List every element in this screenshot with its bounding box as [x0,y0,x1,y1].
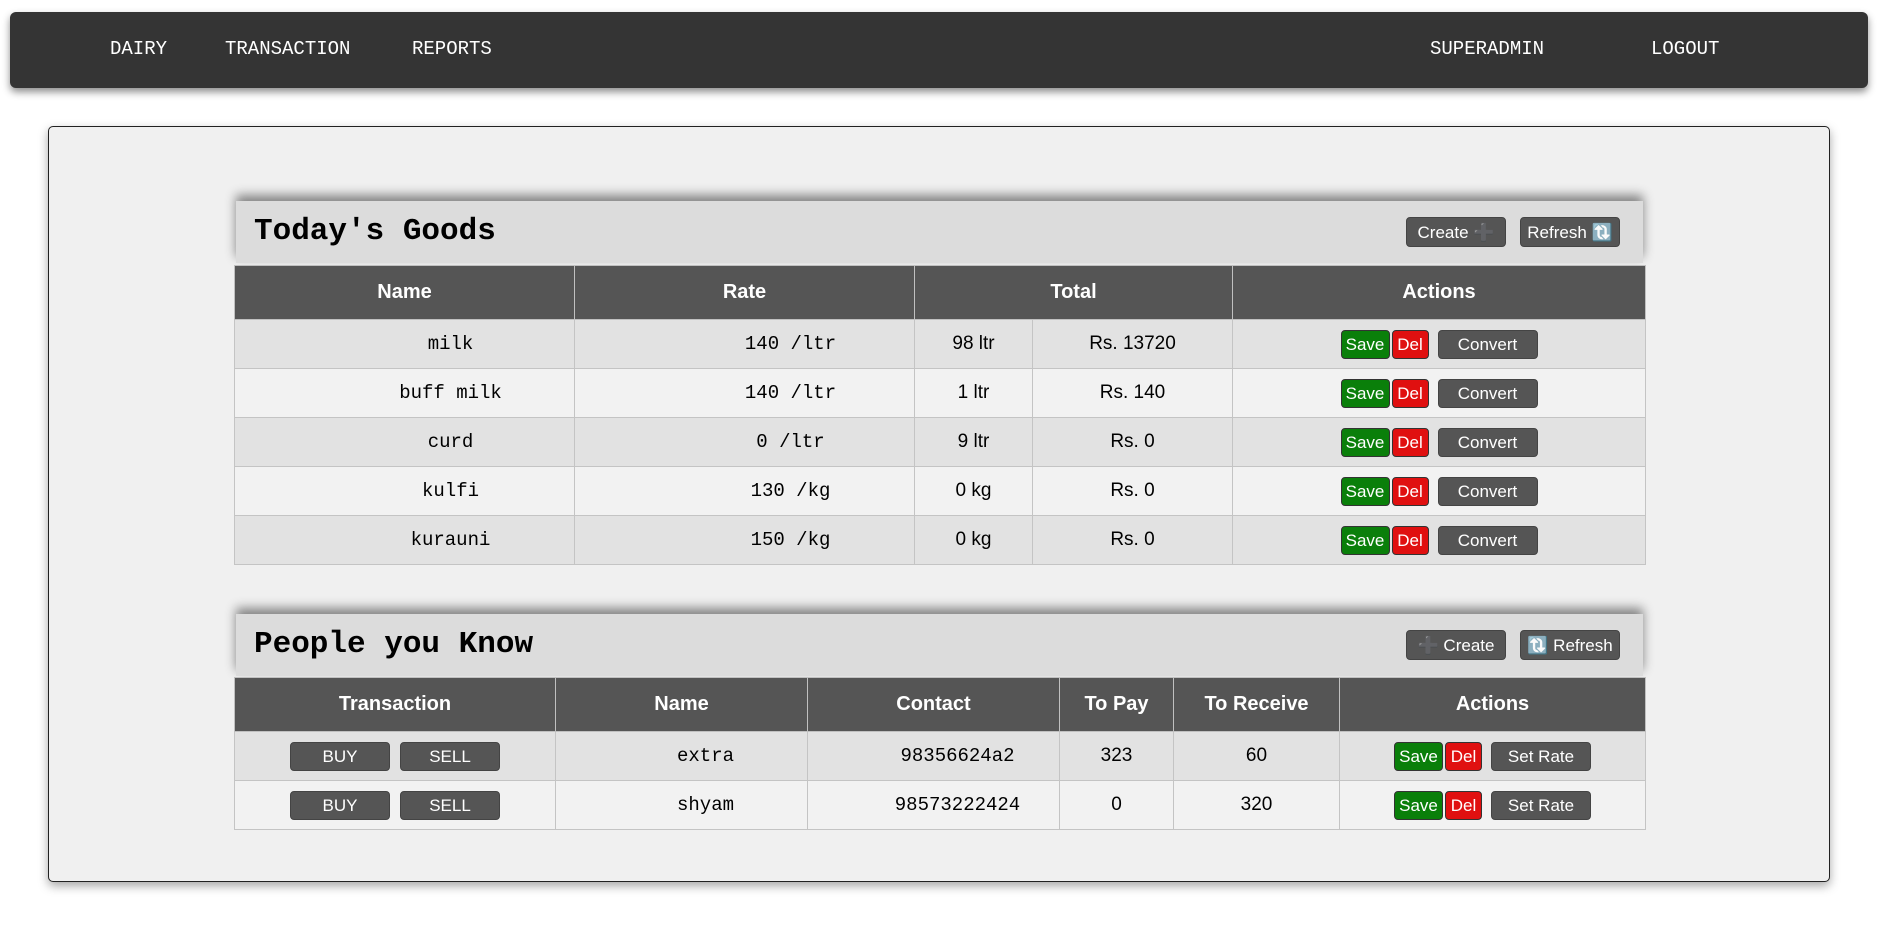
goods-section-title: Today's Goods [254,214,496,249]
delete-button[interactable]: Del [1445,741,1482,771]
nav-transaction[interactable]: TRANSACTION [225,12,350,86]
people-transaction-cell: BUY SELL [234,780,556,830]
people-transaction-cell: BUY SELL [234,731,556,781]
save-button[interactable]: Save [1340,329,1390,359]
goods-qty-cell: 0 kg [914,515,1033,565]
goods-row: kurauni 150 /kg 0 kg Rs. 0 Save Del Convert [234,515,1647,565]
goods-amount-cell: Rs. 0 [1031,417,1234,467]
nav-reports[interactable]: REPORTS [412,12,492,86]
sell-button[interactable]: SELL [400,741,500,771]
goods-amount-cell: Rs. 13720 [1031,319,1234,369]
people-col-contact: Contact [807,677,1060,732]
people-section-header: People you Know ➕ Create 🔃 Refresh [236,614,1643,676]
convert-button[interactable]: Convert [1437,476,1538,506]
people-create-button[interactable]: ➕ Create [1406,630,1506,660]
nav-dairy[interactable]: DAIRY [110,12,167,86]
people-row: BUY SELL shyam 98573222424 0 320 Save Del Set Ra… [234,780,1646,830]
people-col-to-pay: To Pay [1059,677,1174,732]
people-col-transaction: Transaction [234,677,556,732]
goods-amount-cell: Rs. 0 [1031,466,1234,516]
goods-col-actions: Actions [1232,265,1647,320]
people-contact-cell: 98573222424 [807,780,1060,830]
delete-button[interactable]: Del [1445,790,1482,820]
goods-col-total: Total [913,265,1234,320]
set-rate-button[interactable]: Set Rate [1491,741,1591,771]
save-button[interactable]: Save [1340,427,1390,457]
goods-amount-cell: Rs. 140 [1031,368,1234,418]
convert-button[interactable]: Convert [1437,329,1538,359]
delete-button[interactable]: Del [1391,525,1429,555]
people-col-to-receive: To Receive [1173,677,1340,732]
goods-col-name: Name [234,265,575,320]
goods-qty-cell: 1 ltr [914,368,1033,418]
people-to-receive-cell: 60 [1173,731,1340,781]
goods-rate-cell: 140 /ltr [574,319,915,369]
convert-button[interactable]: Convert [1437,525,1538,555]
people-section-title: People you Know [254,627,534,662]
goods-create-button[interactable]: Create ➕ [1406,217,1506,247]
goods-rate-cell: 0 /ltr [574,417,915,467]
save-button[interactable]: Save [1394,790,1443,820]
goods-refresh-button[interactable]: Refresh 🔃 [1520,217,1620,247]
nav-user-superadmin[interactable]: SUPERADMIN [1430,12,1544,86]
delete-button[interactable]: Del [1391,378,1429,408]
set-rate-button[interactable]: Set Rate [1491,790,1591,820]
people-name-cell: shyam [555,780,808,830]
people-actions-cell: Save Del Set Rate [1339,731,1646,781]
people-to-pay-cell: 0 [1059,780,1174,830]
goods-name-cell: buff milk [234,368,575,418]
goods-qty-cell: 98 ltr [914,319,1033,369]
goods-rate-cell: 140 /ltr [574,368,915,418]
people-refresh-button[interactable]: 🔃 Refresh [1520,630,1620,660]
goods-name-cell: curd [234,417,575,467]
people-col-name: Name [555,677,808,732]
delete-button[interactable]: Del [1391,329,1429,359]
goods-row: buff milk 140 /ltr 1 ltr Rs. 140 Save Del Conv… [234,368,1647,418]
convert-button[interactable]: Convert [1437,378,1538,408]
goods-col-rate: Rate [574,265,915,320]
goods-actions-cell: Save Del Convert [1232,417,1647,467]
goods-actions-cell: Save Del Convert [1232,368,1647,418]
save-button[interactable]: Save [1340,476,1390,506]
people-actions-cell: Save Del Set Rate [1339,780,1646,830]
people-contact-cell: 98356624a2 [807,731,1060,781]
goods-actions-cell: Save Del Convert [1232,515,1647,565]
goods-qty-cell: 0 kg [914,466,1033,516]
people-name-cell: extra [555,731,808,781]
goods-row: milk 140 /ltr 98 ltr Rs. 13720 Save Del Conver… [234,319,1647,369]
people-to-receive-cell: 320 [1173,780,1340,830]
delete-button[interactable]: Del [1391,427,1429,457]
save-button[interactable]: Save [1340,525,1390,555]
nav-logout[interactable]: LOGOUT [1651,12,1719,86]
goods-rate-cell: 130 /kg [574,466,915,516]
goods-name-cell: milk [234,319,575,369]
goods-row: curd 0 /ltr 9 ltr Rs. 0 Save Del Convert [234,417,1647,467]
buy-button[interactable]: BUY [290,741,390,771]
goods-actions-cell: Save Del Convert [1232,319,1647,369]
people-row: BUY SELL extra 98356624a2 323 60 Save Del Set Ra… [234,731,1646,781]
people-col-actions: Actions [1339,677,1646,732]
top-navbar: DAIRY TRANSACTION REPORTS SUPERADMIN LOG… [10,12,1868,88]
goods-actions-cell: Save Del Convert [1232,466,1647,516]
goods-table: Name Rate Total Actions milk 140 /ltr 98 l… [234,265,1647,565]
goods-section-header: Today's Goods Create ➕ Refresh 🔃 [236,201,1643,263]
buy-button[interactable]: BUY [290,790,390,820]
goods-rate-cell: 150 /kg [574,515,915,565]
goods-row: kulfi 130 /kg 0 kg Rs. 0 Save Del Convert [234,466,1647,516]
people-table: Transaction Name Contact To Pay To Recei… [234,677,1646,830]
save-button[interactable]: Save [1394,741,1443,771]
convert-button[interactable]: Convert [1437,427,1538,457]
save-button[interactable]: Save [1340,378,1390,408]
goods-name-cell: kulfi [234,466,575,516]
delete-button[interactable]: Del [1391,476,1429,506]
sell-button[interactable]: SELL [400,790,500,820]
people-to-pay-cell: 323 [1059,731,1174,781]
goods-name-cell: kurauni [234,515,575,565]
goods-qty-cell: 9 ltr [914,417,1033,467]
goods-amount-cell: Rs. 0 [1031,515,1234,565]
